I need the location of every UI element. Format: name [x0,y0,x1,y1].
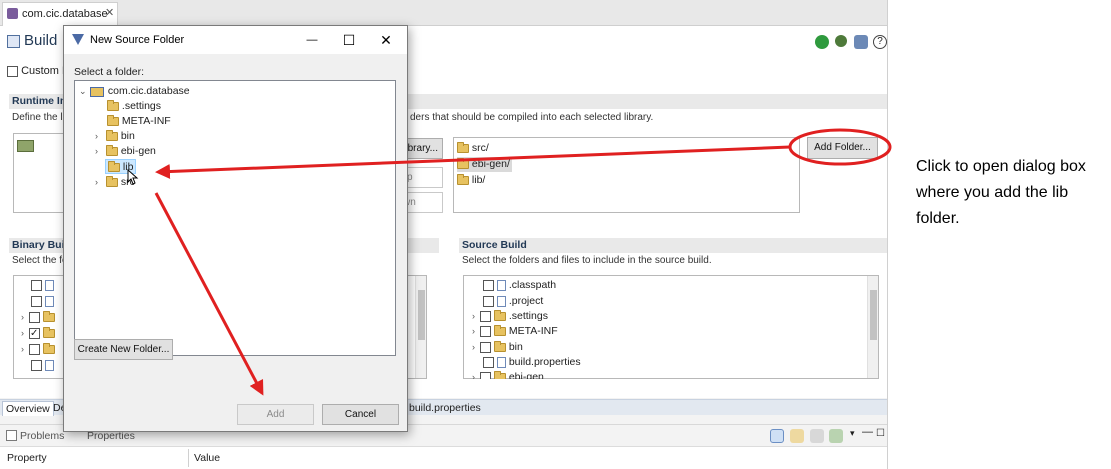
arrow-to-lib [155,145,791,180]
annotation-overlay [154,128,892,396]
arrow-to-add [154,192,264,396]
highlight-ellipse [788,128,892,166]
annotation-callout: Click to open dialog box where you add t… [916,158,1086,227]
